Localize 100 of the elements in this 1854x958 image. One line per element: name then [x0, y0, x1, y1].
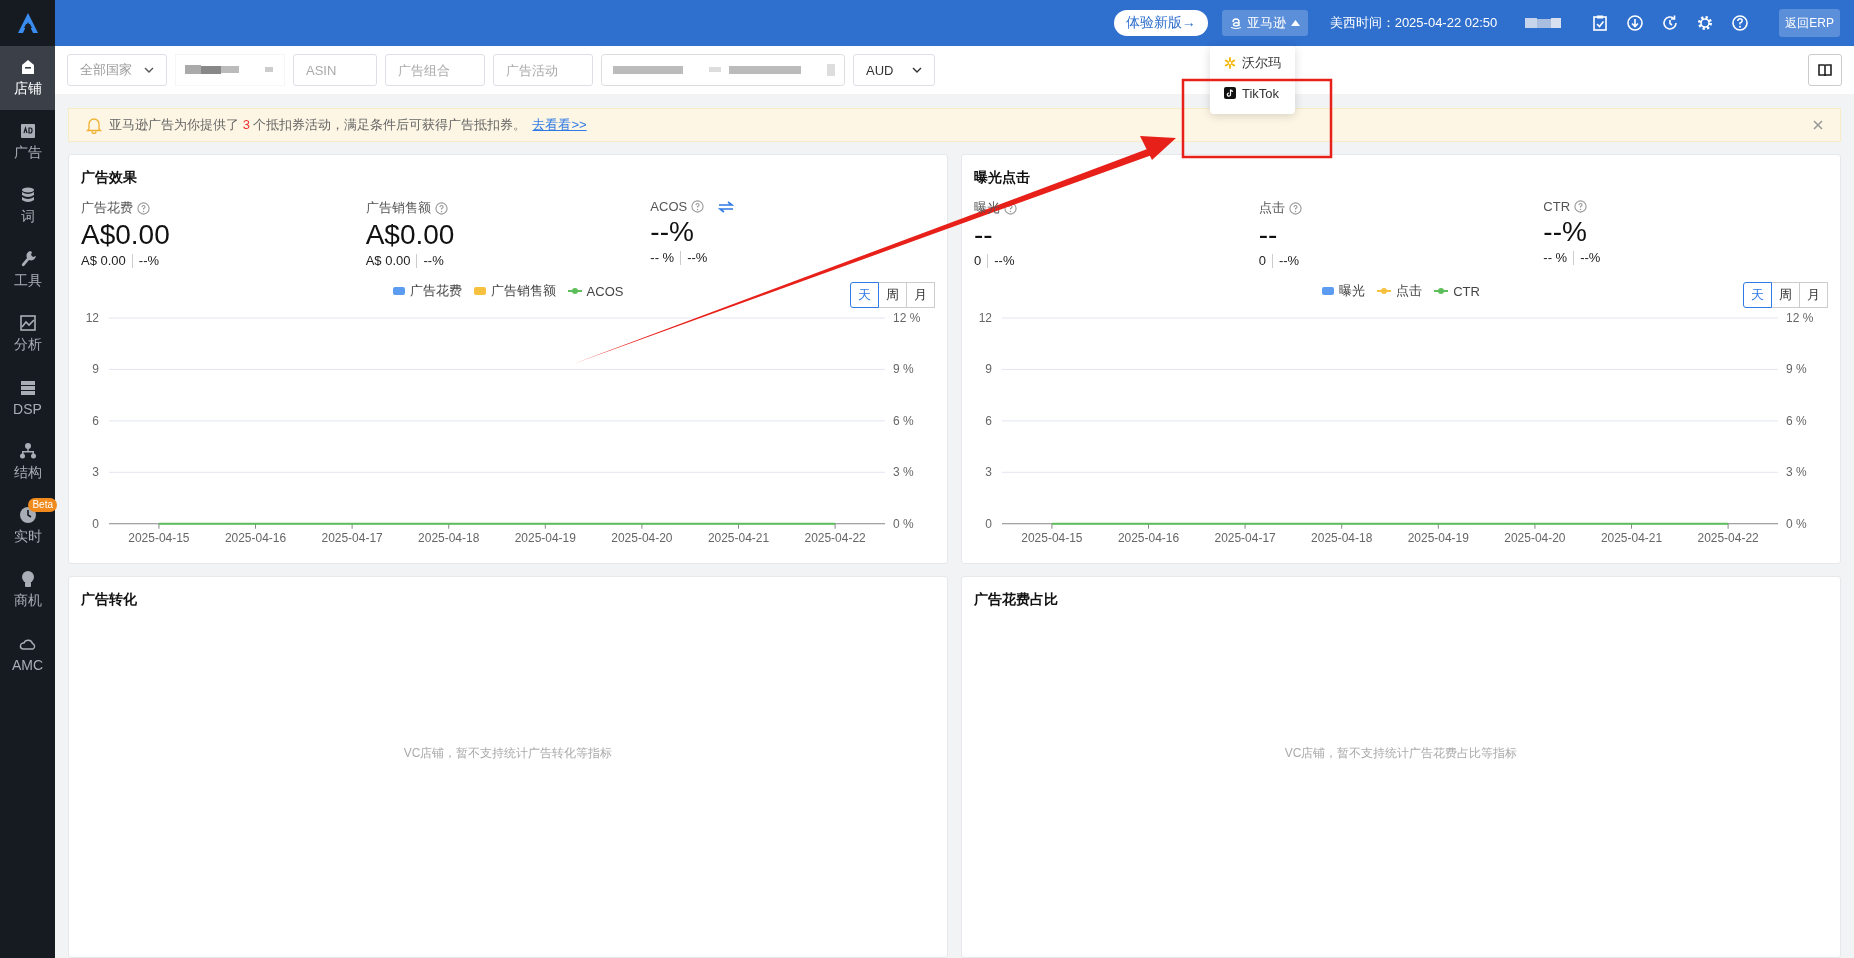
y-axis-label: 3 [985, 465, 992, 480]
help-icon [137, 201, 150, 215]
metric-change: --% [138, 253, 160, 268]
metric-value: -- [1258, 219, 1279, 251]
swap-icon[interactable] [718, 200, 735, 213]
currency-select[interactable]: AUD [853, 54, 935, 86]
y-axis-label: 0 % [1786, 516, 1807, 531]
y-axis-label: 12 % [1786, 311, 1814, 325]
x-axis-label: 2025-04-16 [224, 530, 287, 545]
book-icon [1818, 63, 1832, 77]
y-axis-label: 0 [92, 516, 99, 531]
y-axis-label: 12 % [893, 311, 921, 325]
help-icon [434, 201, 448, 215]
legend-item[interactable]: ACOS [586, 283, 624, 299]
x-axis-label: 2025-04-17 [321, 530, 383, 545]
menu-item[interactable]: 沃尔玛 [1210, 48, 1295, 78]
legend-item[interactable]: 点击 [1396, 282, 1423, 300]
metric-sub-value: A$ 0.00 [365, 253, 411, 268]
period-tab[interactable]: 天 [850, 282, 879, 308]
sidebar-item[interactable]: 分析 [0, 302, 55, 366]
y-axis-label: 3 % [893, 465, 914, 480]
metric-value: --% [650, 216, 695, 248]
help-icon [1574, 200, 1588, 213]
help-icon [1288, 201, 1302, 215]
go-see-link[interactable]: 去看看>> [532, 116, 587, 134]
empty-message: VC店铺，暂不支持统计广告花费占比等指标 [1284, 744, 1518, 762]
close-icon[interactable] [1812, 119, 1824, 131]
x-axis-label: 2025-04-15 [1021, 530, 1083, 545]
ad-icon [18, 122, 37, 140]
y-axis-label: 0 % [893, 516, 914, 531]
metric-change: --% [994, 253, 1015, 268]
x-axis-label: 2025-04-22 [804, 530, 866, 545]
x-axis-label: 2025-04-22 [1697, 530, 1759, 545]
hierarchy-icon [18, 442, 37, 460]
sidebar-item[interactable]: AMC [0, 622, 55, 686]
download-icon[interactable] [1626, 14, 1645, 32]
metric-label: 广告花费 [81, 199, 133, 217]
clock-icon [18, 506, 37, 524]
y-axis-label: 12 [85, 311, 99, 325]
book-button[interactable] [1808, 54, 1842, 86]
y-axis-label: 6 [92, 413, 99, 428]
metric-change: --% [687, 250, 708, 265]
notice-text: 亚马逊广告为你提供了 3 个抵扣券活动，满足条件后可获得广告抵扣券。 [109, 116, 527, 134]
x-axis-label: 2025-04-19 [514, 530, 576, 545]
legend-item[interactable]: 广告销售额 [490, 282, 556, 300]
y-axis-label: 0 [985, 516, 992, 531]
timezone-time: 美西时间：2025-04-22 02:50 [1329, 14, 1498, 32]
metric-label: 点击 [1258, 199, 1285, 217]
sidebar-item[interactable]: 店铺 [0, 46, 55, 110]
ad-group-input[interactable]: 广告组合 [385, 54, 485, 86]
card-title: 广告转化 [81, 591, 138, 609]
x-axis-label: 2025-04-16 [1117, 530, 1180, 545]
metric-change: --% [1278, 253, 1300, 268]
sidebar-item[interactable]: 词 [0, 174, 55, 238]
y-axis-label: 12 [978, 311, 992, 325]
x-axis-label: 2025-04-20 [1504, 530, 1566, 545]
legend-item[interactable]: 广告花费 [409, 282, 462, 300]
sidebar-item[interactable]: Beta 实时 [0, 494, 55, 558]
sidebar-item[interactable]: 商机 [0, 558, 55, 622]
y-axis-label: 9 [985, 362, 992, 377]
x-axis-label: 2025-04-18 [418, 530, 480, 545]
metric-sub-value: 0 [974, 253, 982, 268]
settings-icon[interactable] [1696, 14, 1715, 32]
period-tab[interactable]: 天 [1743, 282, 1772, 308]
sidebar-item[interactable]: 广告 [0, 110, 55, 174]
spark-icon [1224, 57, 1236, 69]
asin-input[interactable]: ASIN [293, 54, 377, 86]
legend-item[interactable]: CTR [1453, 283, 1480, 299]
y-axis-label: 6 % [1786, 413, 1807, 428]
x-axis-label: 2025-04-17 [1214, 530, 1276, 545]
metric-value: --% [1543, 216, 1588, 248]
y-axis-label: 3 % [1786, 465, 1807, 480]
sidebar-item[interactable]: 结构 [0, 430, 55, 494]
history-icon[interactable] [1661, 14, 1680, 32]
y-axis-label: 6 % [893, 413, 914, 428]
period-tab[interactable]: 月 [1799, 282, 1828, 308]
card-title: 广告效果 [81, 169, 138, 187]
metric-value: A$0.00 [365, 219, 456, 251]
new-version-button[interactable]: 体验新版→ [1113, 10, 1208, 36]
y-axis-label: 9 % [893, 362, 914, 377]
server-icon [18, 379, 37, 397]
clipboard-check-icon[interactable] [1591, 14, 1610, 32]
sidebar-item[interactable]: DSP [0, 366, 55, 430]
x-axis-label: 2025-04-20 [611, 530, 673, 545]
menu-item[interactable]: TikTok [1210, 78, 1295, 108]
x-axis-label: 2025-04-18 [1311, 530, 1373, 545]
metric-sub-value: A$ 0.00 [81, 253, 126, 268]
legend-item[interactable]: 曝光 [1339, 282, 1366, 300]
period-tab[interactable]: 月 [906, 282, 935, 308]
metric-change: --% [1580, 250, 1601, 265]
metric-sub-value: 0 [1258, 253, 1266, 268]
metric-value: -- [974, 219, 994, 251]
campaign-input[interactable]: 广告活动 [493, 54, 593, 86]
y-axis-label: 6 [985, 413, 992, 428]
help-icon[interactable] [1731, 14, 1750, 32]
metric-sub-value: -- % [650, 250, 675, 265]
sidebar-item[interactable]: 工具 [0, 238, 55, 302]
metric-label: CTR [1543, 199, 1571, 214]
bell-icon [85, 116, 103, 134]
x-axis-label: 2025-04-19 [1407, 530, 1469, 545]
